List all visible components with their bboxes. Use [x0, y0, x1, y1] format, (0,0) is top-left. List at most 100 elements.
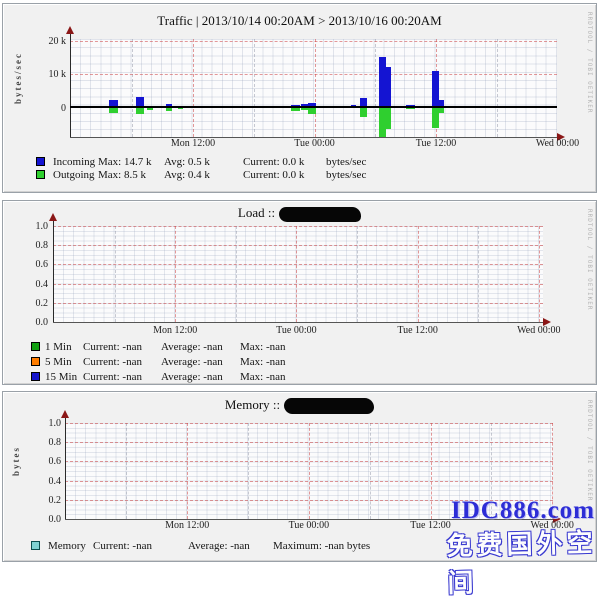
minor-grid-vline — [370, 423, 371, 519]
major-grid-hline — [53, 303, 543, 304]
minor-grid-vline — [236, 226, 237, 322]
outgoing-bar — [439, 108, 444, 113]
major-grid-hline — [70, 74, 557, 75]
x-tick-label: Wed 00:00 — [536, 138, 579, 149]
idc886-slogan-watermark: 免费国外空间 — [446, 522, 600, 600]
legend-swatch — [31, 357, 40, 366]
redacted-hostname — [279, 207, 361, 222]
legend-stat: Max: 14.7 k — [98, 156, 151, 168]
y-tick-label: 0.8 — [10, 240, 48, 251]
legend-stat: Max: -nan — [240, 356, 286, 368]
major-grid-vline — [193, 39, 194, 137]
y-tick-label: 0.2 — [23, 495, 61, 506]
outgoing-bar — [406, 108, 415, 109]
y-tick-label: 1.0 — [23, 418, 61, 429]
rrdtool-watermark: RRDTOOL / TOBI OETIKER — [586, 12, 593, 113]
monitoring-graphs-page: { "rrdtool_watermark": "RRDTOOL / TOBI O… — [0, 0, 600, 565]
minor-grid-vline — [478, 226, 479, 322]
outgoing-bar — [147, 108, 152, 110]
legend-stat: Average: -nan — [161, 356, 223, 368]
load-title-text: Load :: — [238, 205, 275, 221]
zero-line — [70, 106, 557, 108]
legend-stat: Maximum: -nan bytes — [273, 540, 370, 552]
legend-series-name: Outgoing — [53, 169, 95, 181]
traffic-plot-area — [70, 39, 557, 137]
major-grid-vline — [418, 226, 419, 322]
major-grid-hline — [53, 264, 543, 265]
incoming-bar — [386, 67, 391, 107]
legend-stat: Average: -nan — [161, 371, 223, 383]
major-grid-vline — [315, 39, 316, 137]
rrdtool-watermark: RRDTOOL / TOBI OETIKER — [586, 400, 593, 501]
outgoing-bar — [432, 108, 439, 128]
y-tick-label: 0.4 — [23, 476, 61, 487]
legend-stat: Max: -nan — [240, 371, 286, 383]
y-axis-arrow — [49, 213, 57, 221]
legend-row: OutgoingMax: 8.5 kAvg: 0.4 kCurrent: 0.0… — [3, 169, 596, 182]
load-title: Load :: — [3, 205, 596, 221]
outgoing-bar — [386, 108, 391, 129]
legend-series-name: 1 Min — [45, 341, 72, 353]
x-tick-label: Tue 00:00 — [276, 325, 316, 336]
legend-swatch — [31, 541, 40, 550]
legend-stat: Max: -nan — [240, 341, 286, 353]
y-tick-label: 0.0 — [10, 317, 48, 328]
load-graph-panel: Load :: RRDTOOL / TOBI OETIKER 1.00.80.6… — [2, 200, 597, 385]
legend-stat: Current: -nan — [83, 341, 142, 353]
major-grid-hline — [65, 423, 553, 424]
x-tick-label: Tue 12:00 — [410, 520, 450, 531]
legend-series-name: Incoming — [53, 156, 95, 168]
outgoing-bar — [379, 108, 386, 137]
outgoing-bar — [308, 108, 315, 114]
outgoing-bar — [291, 108, 300, 111]
legend-stat: Current: -nan — [83, 356, 142, 368]
y-axis-line — [70, 33, 71, 137]
legend-stat: Average: -nan — [161, 341, 223, 353]
legend-stat: Average: -nan — [188, 540, 250, 552]
major-grid-hline — [53, 226, 543, 227]
y-axis-line — [53, 220, 54, 322]
minor-grid-vline — [248, 423, 249, 519]
y-tick-label: 20 k — [28, 36, 66, 47]
incoming-bar — [379, 57, 386, 107]
major-grid-hline — [53, 245, 543, 246]
legend-stat: Current: -nan — [93, 540, 152, 552]
legend-swatch — [31, 372, 40, 381]
outgoing-bar — [360, 108, 367, 117]
incoming-bar — [432, 71, 439, 107]
minor-grid-vline — [132, 39, 133, 137]
legend-series-name: Memory — [48, 540, 86, 552]
minor-grid-vline — [357, 226, 358, 322]
x-tick-label: Mon 12:00 — [165, 520, 209, 531]
legend-row: 1 Min Current: -nan Average: -nan Max: -nan — [3, 341, 596, 354]
x-axis-line — [53, 322, 543, 323]
legend-stat: bytes/sec — [326, 169, 366, 181]
outgoing-bar — [109, 108, 118, 113]
y-tick-label: 0.0 — [23, 514, 61, 525]
outgoing-bar — [301, 108, 308, 110]
major-grid-vline — [539, 226, 540, 322]
traffic-title-text: Traffic | 2013/10/14 00:20AM > 2013/10/1… — [157, 13, 441, 29]
major-grid-hline — [65, 442, 553, 443]
x-tick-label: Tue 12:00 — [397, 325, 437, 336]
memory-yaxis-label: bytes — [11, 446, 21, 476]
legend-swatch — [31, 342, 40, 351]
major-grid-hline — [70, 41, 557, 42]
load-plot-area — [53, 226, 543, 322]
x-tick-label: Mon 12:00 — [153, 325, 197, 336]
legend-row: 5 MinCurrent: -nanAverage: -nanMax: -nan — [3, 356, 596, 369]
major-grid-vline — [187, 423, 188, 519]
y-tick-label: 0.6 — [10, 259, 48, 270]
rrdtool-watermark: RRDTOOL / TOBI OETIKER — [586, 209, 593, 310]
major-grid-hline — [65, 461, 553, 462]
legend-row: IncomingMax: 14.7 kAvg: 0.5 kCurrent: 0.… — [3, 156, 596, 169]
y-tick-label: 1.0 — [10, 221, 48, 232]
traffic-title: Traffic | 2013/10/14 00:20AM > 2013/10/1… — [3, 13, 596, 29]
y-tick-label: 0.8 — [23, 437, 61, 448]
y-tick-label: 0.6 — [23, 456, 61, 467]
legend-stat: Current: 0.0 k — [243, 169, 304, 181]
outgoing-bar — [136, 108, 144, 114]
x-tick-label: Tue 00:00 — [294, 138, 334, 149]
legend-stat: Current: 0.0 k — [243, 156, 304, 168]
x-tick-label: Tue 12:00 — [416, 138, 456, 149]
